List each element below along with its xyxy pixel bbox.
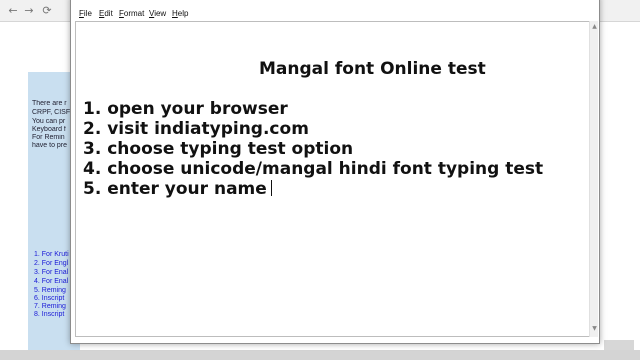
- document-line-last: 5. enter your name: [83, 179, 272, 199]
- menu-edit[interactable]: Edit: [99, 8, 113, 20]
- scroll-down-arrow-icon[interactable]: ▼: [591, 325, 598, 332]
- menu-file[interactable]: File: [79, 8, 92, 20]
- document-line: 4. choose unicode/mangal hindi font typi…: [83, 159, 544, 179]
- page-right-column: [598, 22, 640, 350]
- notepad-titlebar[interactable]: [71, 0, 599, 7]
- menu-bar: File Edit Format View Help: [71, 7, 599, 21]
- document-line-text: 5. enter your name: [83, 179, 267, 199]
- notepad-window: File Edit Format View Help Mangal font O…: [70, 0, 600, 344]
- page-image-fragment: [604, 340, 634, 350]
- menu-format[interactable]: Format: [119, 8, 144, 20]
- taskbar: [0, 350, 640, 360]
- document-line: 3. choose typing test option: [83, 139, 354, 159]
- document-line: 1. open your browser: [83, 99, 288, 119]
- scroll-up-arrow-icon[interactable]: ▲: [591, 23, 598, 30]
- document-title-text: Mangal font Online test: [259, 59, 486, 79]
- forward-arrow-icon[interactable]: →: [22, 4, 36, 18]
- document-line: 2. visit indiatyping.com: [83, 119, 309, 139]
- menu-view[interactable]: View: [149, 8, 166, 20]
- text-cursor: [270, 180, 272, 196]
- back-arrow-icon[interactable]: ←: [6, 4, 20, 18]
- vertical-scrollbar[interactable]: ▲ ▼: [589, 21, 598, 337]
- menu-help[interactable]: Help: [172, 8, 188, 20]
- reload-icon[interactable]: ⟳: [40, 4, 54, 18]
